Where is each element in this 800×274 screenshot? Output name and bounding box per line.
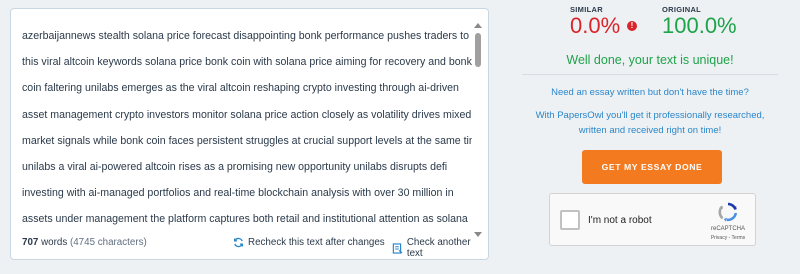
- recaptcha-widget: I'm not a robot reCAPTCHA Privacy - Term…: [549, 193, 756, 246]
- recaptcha-logo-icon: [718, 202, 738, 222]
- info-icon[interactable]: !: [627, 21, 637, 31]
- scrollbar-thumb[interactable]: [475, 33, 481, 67]
- recheck-button[interactable]: Recheck this text after changes: [233, 237, 385, 248]
- page: azerbaijannews stealth solana price fore…: [0, 0, 800, 274]
- text-line: assets under management the platform cap…: [22, 213, 468, 226]
- text-line: azerbaijannews stealth solana price fore…: [22, 30, 469, 42]
- text-line: asset management crypto investors monito…: [22, 108, 472, 121]
- recheck-label: Recheck this text after changes: [248, 237, 385, 248]
- divider: [522, 74, 778, 75]
- recaptcha-checkbox[interactable]: [560, 210, 580, 230]
- scrollbar[interactable]: [474, 23, 482, 237]
- promo-line: With PapersOwl you'll get it professiona…: [535, 110, 765, 121]
- unique-message: Well done, your text is unique!: [566, 53, 734, 67]
- promo-question: Need an essay written but don't have the…: [551, 87, 749, 98]
- text-line: unilabs a viral ai-powered altcoin rises…: [22, 161, 448, 174]
- check-another-icon: [392, 242, 403, 254]
- similar-percentage: 0.0%: [570, 13, 621, 38]
- word-count-value: 707: [22, 237, 39, 248]
- text-line: market signals while bonk coin faces per…: [22, 134, 472, 147]
- text-line: investing with ai-managed portfolios and…: [22, 187, 454, 200]
- recaptcha-privacy-terms-links[interactable]: Privacy - Terms: [706, 235, 750, 241]
- text-line: this viral altcoin keywords solana price…: [22, 56, 472, 69]
- text-panel-footer: 707 words (4745 characters) Recheck this…: [11, 229, 488, 259]
- recaptcha-label: I'm not a robot: [588, 215, 652, 226]
- scroll-up-arrow-icon[interactable]: [474, 23, 482, 28]
- character-count: (4745 characters): [69, 237, 147, 248]
- original-percentage: 100.0%: [662, 13, 737, 38]
- recaptcha-brand: reCAPTCHA: [710, 226, 745, 232]
- text-content[interactable]: azerbaijannews stealth solana price fore…: [22, 23, 472, 231]
- promo-line: written and received right on time!: [578, 125, 722, 136]
- recheck-icon: [234, 237, 243, 248]
- promo-text: With PapersOwl you'll get it professiona…: [522, 108, 778, 138]
- word-count-label: words: [41, 237, 68, 248]
- text-line: coin faltering unilabs emerges as the vi…: [22, 82, 459, 95]
- result-panel: SIMILAR 0.0% ! ORIGINAL 100.0% Well done…: [510, 0, 800, 274]
- check-another-label: Check another text: [406, 237, 471, 259]
- text-input-panel[interactable]: azerbaijannews stealth solana price fore…: [10, 8, 489, 260]
- check-another-button[interactable]: Check another text: [392, 237, 488, 259]
- get-essay-done-button[interactable]: GET MY ESSAY DONE: [582, 150, 722, 184]
- word-count: 707 words (4745 characters): [22, 237, 147, 248]
